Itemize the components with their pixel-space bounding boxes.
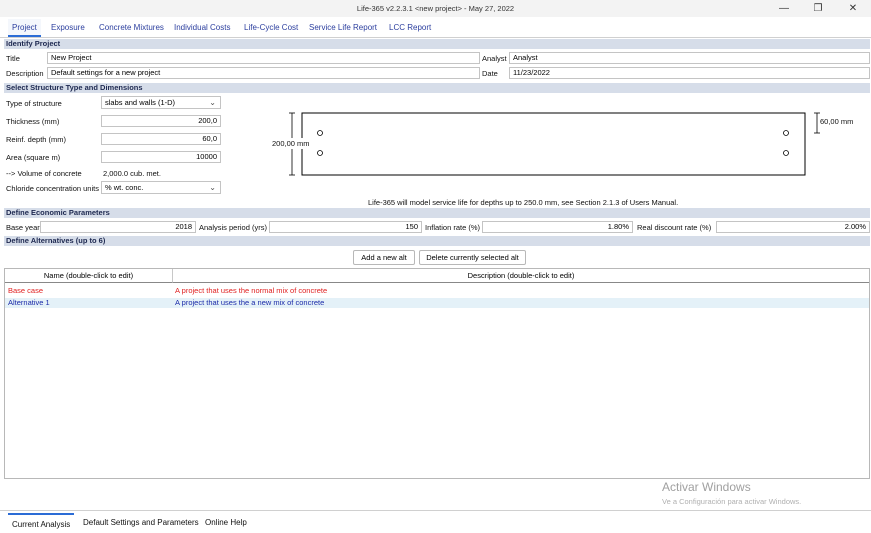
slab-diagram: 200,00 mm 60,00 mm — [226, 96, 866, 194]
structure-header: Select Structure Type and Dimensions — [4, 83, 870, 93]
close-icon[interactable]: ✕ — [836, 0, 870, 17]
tab-exposure[interactable]: Exposure — [47, 19, 89, 37]
date-label: Date — [482, 69, 498, 78]
slab-diagram-svg — [289, 112, 820, 176]
diagram-thickness-label: 200,00 mm — [272, 138, 310, 149]
base-year-label: Base year — [6, 223, 40, 232]
structure-type-label: Type of structure — [6, 99, 62, 108]
add-alternative-button[interactable]: Add a new alt — [353, 250, 415, 265]
discount-label: Real discount rate (%) — [637, 223, 712, 232]
service-life-note: Life-365 will model service life for dep… — [368, 198, 679, 207]
inflation-field[interactable]: 1.80% — [482, 221, 633, 233]
title-field[interactable]: New Project — [47, 52, 480, 64]
chloride-units-select[interactable]: % wt. conc. ⌄ — [101, 181, 221, 194]
column-header-name[interactable]: Name (double-click to edit) — [5, 269, 173, 283]
row-description: A project that uses the normal mix of co… — [175, 286, 328, 295]
structure-type-value: slabs and walls (1-D) — [105, 98, 176, 107]
identify-project-header: Identify Project — [4, 39, 870, 49]
window-title: Life-365 v2.2.3.1 <new project> - May 27… — [356, 4, 515, 13]
row-name: Base case — [8, 286, 44, 295]
activation-watermark-subtitle: Ve a Configuración para activar Windows. — [662, 497, 802, 506]
reinf-depth-label: Reinf. depth (mm) — [6, 135, 67, 144]
date-field[interactable]: 11/23/2022 — [509, 67, 870, 79]
rebar-top-left — [317, 130, 323, 136]
row-name: Alternative 1 — [8, 298, 50, 307]
tab-online-help[interactable]: Online Help — [201, 513, 251, 532]
chevron-down-icon: ⌄ — [209, 98, 216, 107]
description-field[interactable]: Default settings for a new project — [47, 67, 480, 79]
chloride-units-value: % wt. conc. — [105, 183, 144, 192]
bottom-tabs: Current Analysis Default Settings and Pa… — [0, 510, 871, 533]
tab-project[interactable]: Project — [8, 19, 41, 37]
discount-field[interactable]: 2.00% — [716, 221, 870, 233]
tab-concrete-mixtures[interactable]: Concrete Mixtures — [95, 19, 168, 37]
delete-alternative-button[interactable]: Delete currently selected alt — [419, 250, 526, 265]
slab-outline — [301, 112, 806, 176]
description-label: Description — [6, 69, 44, 78]
chevron-down-icon: ⌄ — [209, 183, 216, 192]
economic-header: Define Economic Parameters — [4, 208, 870, 218]
volume-label: --> Volume of concrete — [6, 169, 82, 178]
rebar-bottom-left — [317, 150, 323, 156]
row-description: A project that uses the a new mix of con… — [175, 298, 325, 307]
inflation-label: Inflation rate (%) — [425, 223, 481, 232]
tab-service-life-report[interactable]: Service Life Report — [305, 19, 381, 37]
thickness-field[interactable]: 200,0 — [101, 115, 221, 127]
area-field[interactable]: 10000 — [101, 151, 221, 163]
rebar-top-right — [783, 130, 789, 136]
title-label: Title — [6, 54, 20, 63]
tab-current-analysis[interactable]: Current Analysis — [8, 513, 75, 532]
analyst-field[interactable]: Analyst — [509, 52, 870, 64]
minimize-icon[interactable]: — — [767, 0, 801, 17]
volume-value: 2,000.0 cub. met. — [103, 169, 161, 178]
structure-type-select[interactable]: slabs and walls (1-D) ⌄ — [101, 96, 221, 109]
main-tabs: Project Exposure Concrete Mixtures Indiv… — [0, 17, 871, 38]
table-row[interactable]: Base case A project that uses the normal… — [5, 286, 869, 296]
window-titlebar: Life-365 v2.2.3.1 <new project> - May 27… — [0, 0, 871, 17]
analysis-period-field[interactable]: 150 — [269, 221, 422, 233]
chloride-units-label: Chloride concentration units — [6, 184, 99, 193]
thickness-label: Thickness (mm) — [6, 117, 60, 126]
alternatives-header: Define Alternatives (up to 6) — [4, 236, 870, 246]
tab-life-cycle-cost[interactable]: Life-Cycle Cost — [240, 19, 302, 37]
maximize-icon[interactable]: ❐ — [801, 0, 835, 17]
area-label: Area (square m) — [6, 153, 61, 162]
analyst-label: Analyst — [482, 54, 507, 63]
diagram-depth-label: 60,00 mm — [820, 117, 854, 126]
tab-lcc-report[interactable]: LCC Report — [385, 19, 435, 37]
reinf-depth-field[interactable]: 60,0 — [101, 133, 221, 145]
analysis-period-label: Analysis period (yrs) — [199, 223, 267, 232]
base-year-field[interactable]: 2018 — [40, 221, 196, 233]
alternatives-table: Name (double-click to edit) Description … — [4, 268, 870, 479]
tab-individual-costs[interactable]: Individual Costs — [170, 19, 234, 37]
rebar-bottom-right — [783, 150, 789, 156]
tab-default-settings[interactable]: Default Settings and Parameters — [79, 513, 203, 532]
column-header-description[interactable]: Description (double-click to edit) — [173, 269, 869, 283]
activation-watermark-title: Activar Windows — [662, 480, 751, 494]
table-row[interactable]: Alternative 1 A project that uses the a … — [5, 298, 869, 308]
